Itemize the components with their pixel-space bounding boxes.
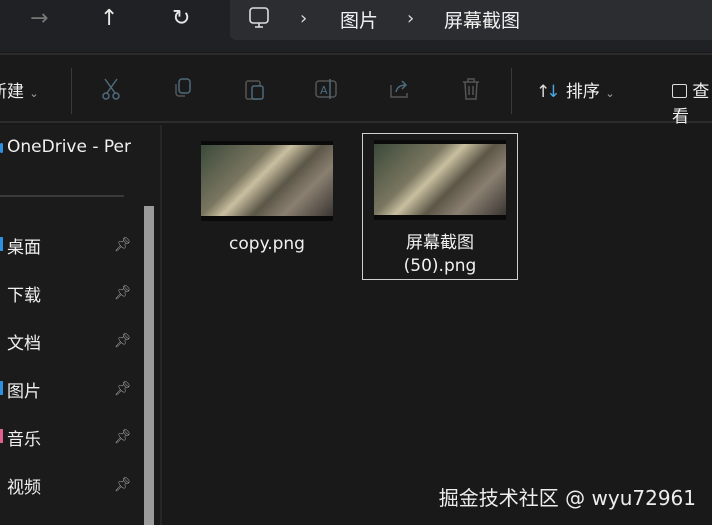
sidebar-item-label: 文档 bbox=[7, 334, 41, 354]
breadcrumb-separator: › bbox=[407, 8, 415, 29]
divider bbox=[0, 195, 124, 197]
pane-divider[interactable] bbox=[160, 125, 162, 525]
title-bar: → ↑ ↻ › 图片 › 屏幕截图 bbox=[0, 0, 712, 52]
file-thumbnail bbox=[374, 140, 506, 220]
pictures-icon bbox=[0, 381, 3, 395]
file-name: copy.png bbox=[229, 234, 305, 254]
file-name: 屏幕截图 (50).png bbox=[363, 232, 517, 278]
new-label: 新建 bbox=[0, 82, 24, 102]
breadcrumb-separator: › bbox=[300, 8, 308, 29]
refresh-button[interactable]: ↻ bbox=[172, 6, 190, 31]
view-icon bbox=[672, 84, 687, 98]
sidebar-item-pictures[interactable]: 图片 📌︎ bbox=[0, 373, 140, 403]
chevron-down-icon: ⌄ bbox=[29, 87, 39, 100]
sidebar-item-label: 桌面 bbox=[7, 238, 41, 258]
view-button[interactable]: 查看 bbox=[672, 77, 712, 127]
sidebar-item-documents[interactable]: 文档 📌︎ bbox=[0, 325, 140, 355]
file-name-line2: (50).png bbox=[403, 256, 477, 276]
sidebar-item-desktop[interactable]: 桌面 📌︎ bbox=[0, 229, 140, 259]
breadcrumb-screenshots[interactable]: 屏幕截图 bbox=[444, 6, 520, 33]
sidebar-scrollbar[interactable] bbox=[144, 206, 154, 525]
sidebar-item-onedrive[interactable]: OneDrive - Per bbox=[0, 133, 160, 163]
divider bbox=[511, 68, 512, 114]
svg-text:A: A bbox=[320, 84, 328, 97]
sidebar-item-label: 下载 bbox=[7, 286, 41, 306]
sort-icon-down: ↓ bbox=[546, 82, 561, 102]
sort-label: 排序 bbox=[565, 82, 600, 102]
pin-icon[interactable]: 📌︎ bbox=[114, 381, 132, 397]
sidebar-item-label: 音乐 bbox=[7, 430, 41, 450]
pin-icon[interactable]: 📌︎ bbox=[114, 477, 132, 493]
copy-icon[interactable] bbox=[172, 77, 194, 101]
pin-icon[interactable]: 📌︎ bbox=[114, 333, 132, 349]
delete-icon[interactable] bbox=[460, 77, 482, 101]
sidebar-item-downloads[interactable]: 下载 📌︎ bbox=[0, 277, 140, 307]
sidebar-item-label: 图片 bbox=[7, 382, 41, 402]
rename-icon[interactable]: A bbox=[315, 77, 337, 101]
chevron-down-icon: ⌄ bbox=[605, 87, 615, 100]
command-bar: 新建 ⌄ A ↑↓ 排序 ⌄ 查看 bbox=[0, 53, 712, 127]
onedrive-icon bbox=[0, 143, 3, 153]
sidebar-item-music[interactable]: 音乐 📌︎ bbox=[0, 421, 140, 451]
navigation-pane: OneDrive - Per 桌面 📌︎ 下载 📌︎ 文档 📌︎ 图片 📌︎ 音乐 📌︎ … bbox=[0, 125, 160, 525]
file-item-selected[interactable]: 屏幕截图 (50).png bbox=[362, 133, 518, 280]
sidebar-item-label: OneDrive - Per bbox=[7, 137, 131, 157]
this-pc-icon bbox=[249, 7, 269, 28]
file-item[interactable]: copy.png bbox=[189, 135, 345, 256]
pin-icon[interactable]: 📌︎ bbox=[114, 285, 132, 301]
address-bar[interactable]: › 图片 › 屏幕截图 bbox=[230, 0, 712, 40]
sidebar-item-videos[interactable]: 视频 📌︎ bbox=[0, 469, 140, 499]
cut-icon[interactable] bbox=[100, 77, 122, 101]
new-button[interactable]: 新建 ⌄ bbox=[0, 77, 39, 102]
forward-button[interactable]: → bbox=[30, 6, 48, 31]
sidebar-item-label: 视频 bbox=[7, 478, 41, 498]
up-button[interactable]: ↑ bbox=[100, 6, 118, 31]
sort-button[interactable]: ↑↓ 排序 ⌄ bbox=[536, 77, 615, 102]
file-name-line1: 屏幕截图 bbox=[406, 233, 474, 253]
breadcrumb-pictures[interactable]: 图片 bbox=[340, 6, 378, 33]
pin-icon[interactable]: 📌︎ bbox=[114, 237, 132, 253]
watermark: 掘金技术社区 @ wyu72961 bbox=[438, 486, 696, 510]
divider bbox=[71, 68, 72, 114]
desktop-icon bbox=[0, 237, 3, 251]
paste-icon[interactable] bbox=[244, 77, 266, 101]
music-icon bbox=[0, 429, 3, 443]
file-thumbnail bbox=[201, 141, 333, 221]
share-icon[interactable] bbox=[388, 77, 410, 101]
pin-icon[interactable]: 📌︎ bbox=[114, 429, 132, 445]
